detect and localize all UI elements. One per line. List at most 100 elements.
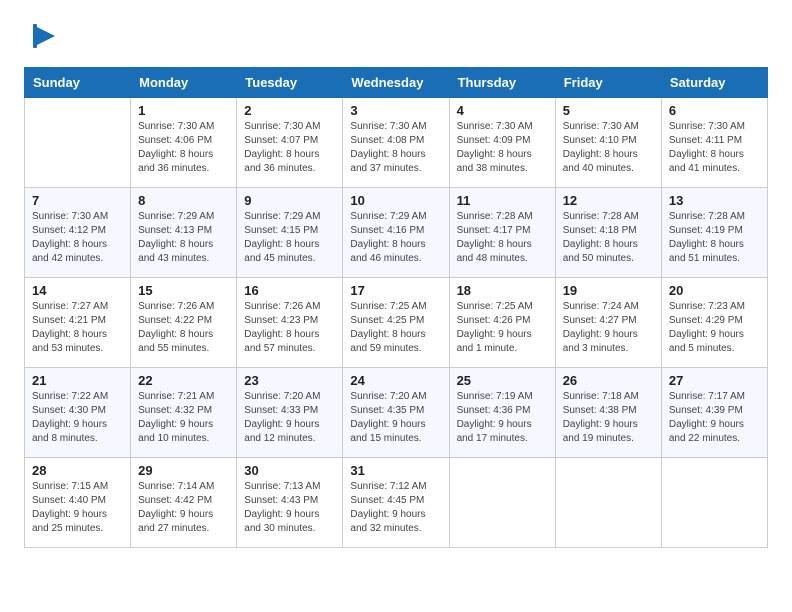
day-number: 25	[457, 373, 548, 388]
day-number: 21	[32, 373, 123, 388]
col-header-sunday: Sunday	[25, 68, 131, 98]
day-info: Sunrise: 7:13 AMSunset: 4:43 PMDaylight:…	[244, 480, 335, 536]
day-info: Sunrise: 7:30 AMSunset: 4:07 PMDaylight:…	[244, 120, 335, 176]
week-row-1: 1 Sunrise: 7:30 AMSunset: 4:06 PMDaylight…	[25, 98, 768, 188]
day-number: 20	[669, 283, 760, 298]
header-row: SundayMondayTuesdayWednesdayThursdayFrid…	[25, 68, 768, 98]
calendar-cell	[661, 458, 767, 548]
day-number: 8	[138, 193, 229, 208]
day-number: 31	[350, 463, 441, 478]
calendar-cell: 6 Sunrise: 7:30 AMSunset: 4:11 PMDaylight…	[661, 98, 767, 188]
day-number: 19	[563, 283, 654, 298]
day-number: 6	[669, 103, 760, 118]
day-number: 24	[350, 373, 441, 388]
calendar-cell: 2 Sunrise: 7:30 AMSunset: 4:07 PMDaylight…	[237, 98, 343, 188]
day-info: Sunrise: 7:30 AMSunset: 4:08 PMDaylight:…	[350, 120, 441, 176]
calendar-cell: 22 Sunrise: 7:21 AMSunset: 4:32 PMDayligh…	[131, 368, 237, 458]
day-info: Sunrise: 7:28 AMSunset: 4:18 PMDaylight:…	[563, 210, 654, 266]
col-header-saturday: Saturday	[661, 68, 767, 98]
day-info: Sunrise: 7:22 AMSunset: 4:30 PMDaylight:…	[32, 390, 123, 446]
day-number: 5	[563, 103, 654, 118]
day-number: 27	[669, 373, 760, 388]
day-number: 17	[350, 283, 441, 298]
day-number: 4	[457, 103, 548, 118]
calendar-cell: 18 Sunrise: 7:25 AMSunset: 4:26 PMDayligh…	[449, 278, 555, 368]
calendar-cell: 30 Sunrise: 7:13 AMSunset: 4:43 PMDayligh…	[237, 458, 343, 548]
calendar-cell: 1 Sunrise: 7:30 AMSunset: 4:06 PMDaylight…	[131, 98, 237, 188]
day-number: 3	[350, 103, 441, 118]
day-info: Sunrise: 7:30 AMSunset: 4:11 PMDaylight:…	[669, 120, 760, 176]
week-row-4: 21 Sunrise: 7:22 AMSunset: 4:30 PMDayligh…	[25, 368, 768, 458]
day-number: 11	[457, 193, 548, 208]
day-info: Sunrise: 7:17 AMSunset: 4:39 PMDaylight:…	[669, 390, 760, 446]
week-row-3: 14Sunrise: 7:27 AMSunset: 4:21 PMDayligh…	[25, 278, 768, 368]
page-header	[24, 20, 768, 57]
col-header-wednesday: Wednesday	[343, 68, 449, 98]
week-row-2: 7 Sunrise: 7:30 AMSunset: 4:12 PMDaylight…	[25, 188, 768, 278]
calendar-cell: 3 Sunrise: 7:30 AMSunset: 4:08 PMDaylight…	[343, 98, 449, 188]
col-header-thursday: Thursday	[449, 68, 555, 98]
day-info: Sunrise: 7:14 AMSunset: 4:42 PMDaylight:…	[138, 480, 229, 536]
day-info: Sunrise: 7:12 AMSunset: 4:45 PMDaylight:…	[350, 480, 441, 536]
calendar-table: SundayMondayTuesdayWednesdayThursdayFrid…	[24, 67, 768, 548]
day-info: Sunrise: 7:29 AMSunset: 4:13 PMDaylight:…	[138, 210, 229, 266]
day-info: Sunrise: 7:25 AMSunset: 4:26 PMDaylight:…	[457, 300, 548, 356]
day-info: Sunrise: 7:15 AMSunset: 4:40 PMDaylight:…	[32, 480, 123, 536]
calendar-cell: 31 Sunrise: 7:12 AMSunset: 4:45 PMDayligh…	[343, 458, 449, 548]
day-info: Sunrise: 7:26 AMSunset: 4:23 PMDaylight:…	[244, 300, 335, 356]
day-number: 22	[138, 373, 229, 388]
calendar-cell: 27 Sunrise: 7:17 AMSunset: 4:39 PMDayligh…	[661, 368, 767, 458]
day-info: Sunrise: 7:26 AMSunset: 4:22 PMDaylight:…	[138, 300, 229, 356]
day-number: 30	[244, 463, 335, 478]
calendar-cell: 21 Sunrise: 7:22 AMSunset: 4:30 PMDayligh…	[25, 368, 131, 458]
day-info: Sunrise: 7:30 AMSunset: 4:10 PMDaylight:…	[563, 120, 654, 176]
calendar-cell	[449, 458, 555, 548]
day-info: Sunrise: 7:29 AMSunset: 4:16 PMDaylight:…	[350, 210, 441, 266]
calendar-cell	[25, 98, 131, 188]
day-info: Sunrise: 7:28 AMSunset: 4:19 PMDaylight:…	[669, 210, 760, 266]
day-number: 15	[138, 283, 229, 298]
col-header-friday: Friday	[555, 68, 661, 98]
day-number: 12	[563, 193, 654, 208]
calendar-cell: 26 Sunrise: 7:18 AMSunset: 4:38 PMDayligh…	[555, 368, 661, 458]
day-number: 26	[563, 373, 654, 388]
day-info: Sunrise: 7:18 AMSunset: 4:38 PMDaylight:…	[563, 390, 654, 446]
day-number: 2	[244, 103, 335, 118]
calendar-cell: 17 Sunrise: 7:25 AMSunset: 4:25 PMDayligh…	[343, 278, 449, 368]
day-info: Sunrise: 7:30 AMSunset: 4:09 PMDaylight:…	[457, 120, 548, 176]
calendar-cell: 16Sunrise: 7:26 AMSunset: 4:23 PMDayligh…	[237, 278, 343, 368]
day-info: Sunrise: 7:28 AMSunset: 4:17 PMDaylight:…	[457, 210, 548, 266]
calendar-cell: 7 Sunrise: 7:30 AMSunset: 4:12 PMDaylight…	[25, 188, 131, 278]
day-info: Sunrise: 7:25 AMSunset: 4:25 PMDaylight:…	[350, 300, 441, 356]
day-number: 29	[138, 463, 229, 478]
calendar-cell	[555, 458, 661, 548]
day-info: Sunrise: 7:21 AMSunset: 4:32 PMDaylight:…	[138, 390, 229, 446]
day-info: Sunrise: 7:29 AMSunset: 4:15 PMDaylight:…	[244, 210, 335, 266]
calendar-cell: 12 Sunrise: 7:28 AMSunset: 4:18 PMDayligh…	[555, 188, 661, 278]
day-info: Sunrise: 7:19 AMSunset: 4:36 PMDaylight:…	[457, 390, 548, 446]
logo	[24, 20, 59, 57]
day-number: 23	[244, 373, 335, 388]
week-row-5: 28Sunrise: 7:15 AMSunset: 4:40 PMDayligh…	[25, 458, 768, 548]
calendar-cell: 10Sunrise: 7:29 AMSunset: 4:16 PMDayligh…	[343, 188, 449, 278]
calendar-cell: 8 Sunrise: 7:29 AMSunset: 4:13 PMDaylight…	[131, 188, 237, 278]
day-info: Sunrise: 7:30 AMSunset: 4:12 PMDaylight:…	[32, 210, 123, 266]
calendar-cell: 28Sunrise: 7:15 AMSunset: 4:40 PMDayligh…	[25, 458, 131, 548]
calendar-cell: 20Sunrise: 7:23 AMSunset: 4:29 PMDayligh…	[661, 278, 767, 368]
day-number: 13	[669, 193, 760, 208]
day-number: 1	[138, 103, 229, 118]
calendar-cell: 19 Sunrise: 7:24 AMSunset: 4:27 PMDayligh…	[555, 278, 661, 368]
calendar-cell: 29 Sunrise: 7:14 AMSunset: 4:42 PMDayligh…	[131, 458, 237, 548]
col-header-monday: Monday	[131, 68, 237, 98]
day-info: Sunrise: 7:20 AMSunset: 4:33 PMDaylight:…	[244, 390, 335, 446]
calendar-cell: 5 Sunrise: 7:30 AMSunset: 4:10 PMDaylight…	[555, 98, 661, 188]
calendar-cell: 11 Sunrise: 7:28 AMSunset: 4:17 PMDayligh…	[449, 188, 555, 278]
calendar-cell: 14Sunrise: 7:27 AMSunset: 4:21 PMDayligh…	[25, 278, 131, 368]
calendar-cell: 25 Sunrise: 7:19 AMSunset: 4:36 PMDayligh…	[449, 368, 555, 458]
col-header-tuesday: Tuesday	[237, 68, 343, 98]
day-number: 7	[32, 193, 123, 208]
day-info: Sunrise: 7:27 AMSunset: 4:21 PMDaylight:…	[32, 300, 123, 356]
day-info: Sunrise: 7:24 AMSunset: 4:27 PMDaylight:…	[563, 300, 654, 356]
day-number: 18	[457, 283, 548, 298]
day-info: Sunrise: 7:30 AMSunset: 4:06 PMDaylight:…	[138, 120, 229, 176]
